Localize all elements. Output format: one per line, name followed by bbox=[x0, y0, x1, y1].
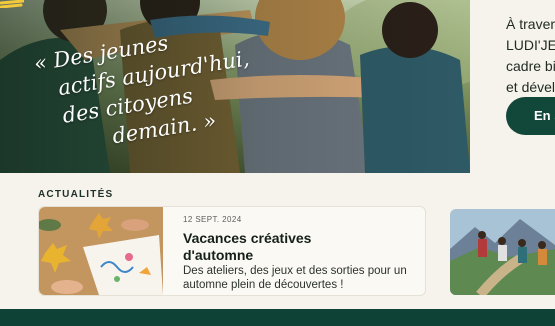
quote-underline-decoration bbox=[0, 0, 24, 8]
intro-panel: À travers LUDI'JEU cadre bi et dével En … bbox=[470, 0, 555, 173]
news-card-next[interactable] bbox=[450, 209, 555, 295]
news-card[interactable]: 12 SEPT. 2024 Vacances créatives d'autom… bbox=[38, 206, 426, 296]
news-card-description: Des ateliers, des jeux et des sorties po… bbox=[183, 265, 407, 291]
news-card-date: 12 SEPT. 2024 bbox=[183, 215, 242, 224]
news-card-image bbox=[39, 207, 163, 295]
intro-text-line: cadre bi bbox=[506, 58, 555, 74]
intro-text: À travers LUDI'JEU cadre bi et dével bbox=[506, 14, 555, 98]
news-card-title[interactable]: Vacances créatives d'automne bbox=[183, 230, 383, 264]
news-card-next-image bbox=[450, 209, 555, 295]
intro-text-line: À travers bbox=[506, 16, 555, 32]
news-section-label: ACTUALITÉS bbox=[38, 189, 114, 200]
intro-text-line: et dével bbox=[506, 79, 555, 95]
intro-text-line: LUDI'JEU bbox=[506, 37, 555, 53]
footer-bar bbox=[0, 309, 555, 326]
cta-button[interactable]: En s bbox=[506, 97, 555, 135]
hero-banner: « Des jeunes actifs aujourd'hui, des cit… bbox=[0, 0, 470, 173]
